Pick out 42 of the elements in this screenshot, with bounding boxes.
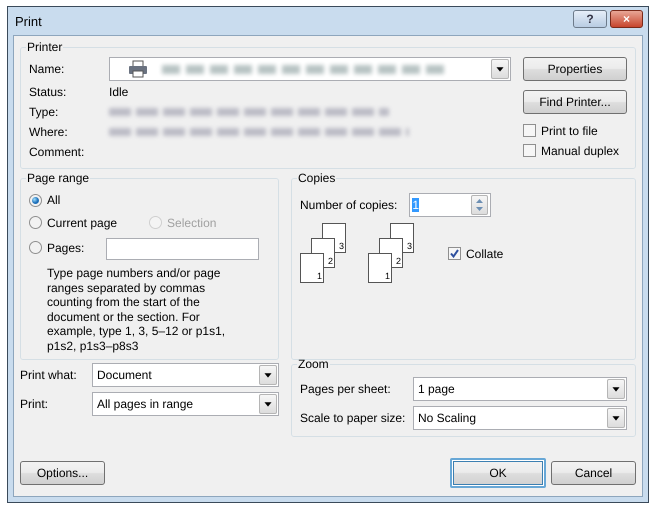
field-label: Number of copies: bbox=[300, 198, 398, 212]
field-label: Pages per sheet: bbox=[300, 382, 392, 396]
checkbox-icon[interactable] bbox=[523, 144, 536, 158]
ok-button[interactable]: OK bbox=[450, 458, 546, 488]
cancel-button[interactable]: Cancel bbox=[551, 461, 636, 485]
window-title: Print bbox=[14, 14, 42, 28]
status-value: Idle bbox=[109, 85, 130, 99]
field-label: Type: bbox=[29, 105, 60, 119]
radio-icon[interactable] bbox=[29, 241, 42, 254]
spin-arrows-icon[interactable] bbox=[471, 195, 488, 215]
field-label: Name: bbox=[29, 62, 66, 76]
checkbox-icon[interactable] bbox=[448, 247, 461, 260]
group-title: Copies bbox=[297, 171, 336, 185]
help-button[interactable]: ? bbox=[573, 10, 607, 28]
dropdown[interactable]: Document bbox=[92, 363, 279, 387]
field-label: Print: bbox=[20, 397, 50, 411]
group-title: Page range bbox=[26, 171, 90, 185]
checkbox[interactable]: Print to file bbox=[523, 124, 598, 138]
pages-input[interactable] bbox=[106, 238, 260, 260]
group-title: Zoom bbox=[297, 357, 330, 371]
dropdown[interactable]: 1 page bbox=[413, 377, 627, 401]
checkbox[interactable]: Collate bbox=[448, 246, 504, 261]
find-printer-button[interactable]: Find Printer... bbox=[523, 90, 627, 114]
options-button[interactable]: Options... bbox=[20, 461, 105, 485]
radio-icon[interactable] bbox=[29, 194, 42, 206]
radio-button[interactable]: Current page bbox=[29, 216, 118, 230]
dropdown[interactable]: No Scaling bbox=[413, 406, 627, 430]
printer-icon bbox=[128, 60, 148, 78]
hint-text: Type page numbers and/or page ranges separated by commas counting from the start of the document or the section. For example, type 1, 3, 5–12 or p1s1, p1s2, p1s3–p8s3 bbox=[47, 266, 226, 353]
checkbox-icon[interactable] bbox=[523, 124, 536, 138]
field-label: Scale to paper size: bbox=[300, 411, 406, 425]
radio-button[interactable]: All bbox=[29, 193, 60, 207]
field-label: Comment: bbox=[29, 145, 86, 159]
checkbox[interactable]: Manual duplex bbox=[523, 144, 620, 158]
field-label: Where: bbox=[29, 125, 69, 139]
field-label: Print what: bbox=[20, 368, 78, 382]
properties-button[interactable]: Properties bbox=[523, 57, 627, 81]
field-label: Status: bbox=[29, 85, 68, 99]
radio-button[interactable]: Pages: bbox=[29, 240, 84, 255]
dropdown[interactable]: All pages in range bbox=[92, 392, 279, 416]
group-title: Printer bbox=[26, 40, 64, 54]
radio-icon[interactable] bbox=[29, 216, 42, 229]
